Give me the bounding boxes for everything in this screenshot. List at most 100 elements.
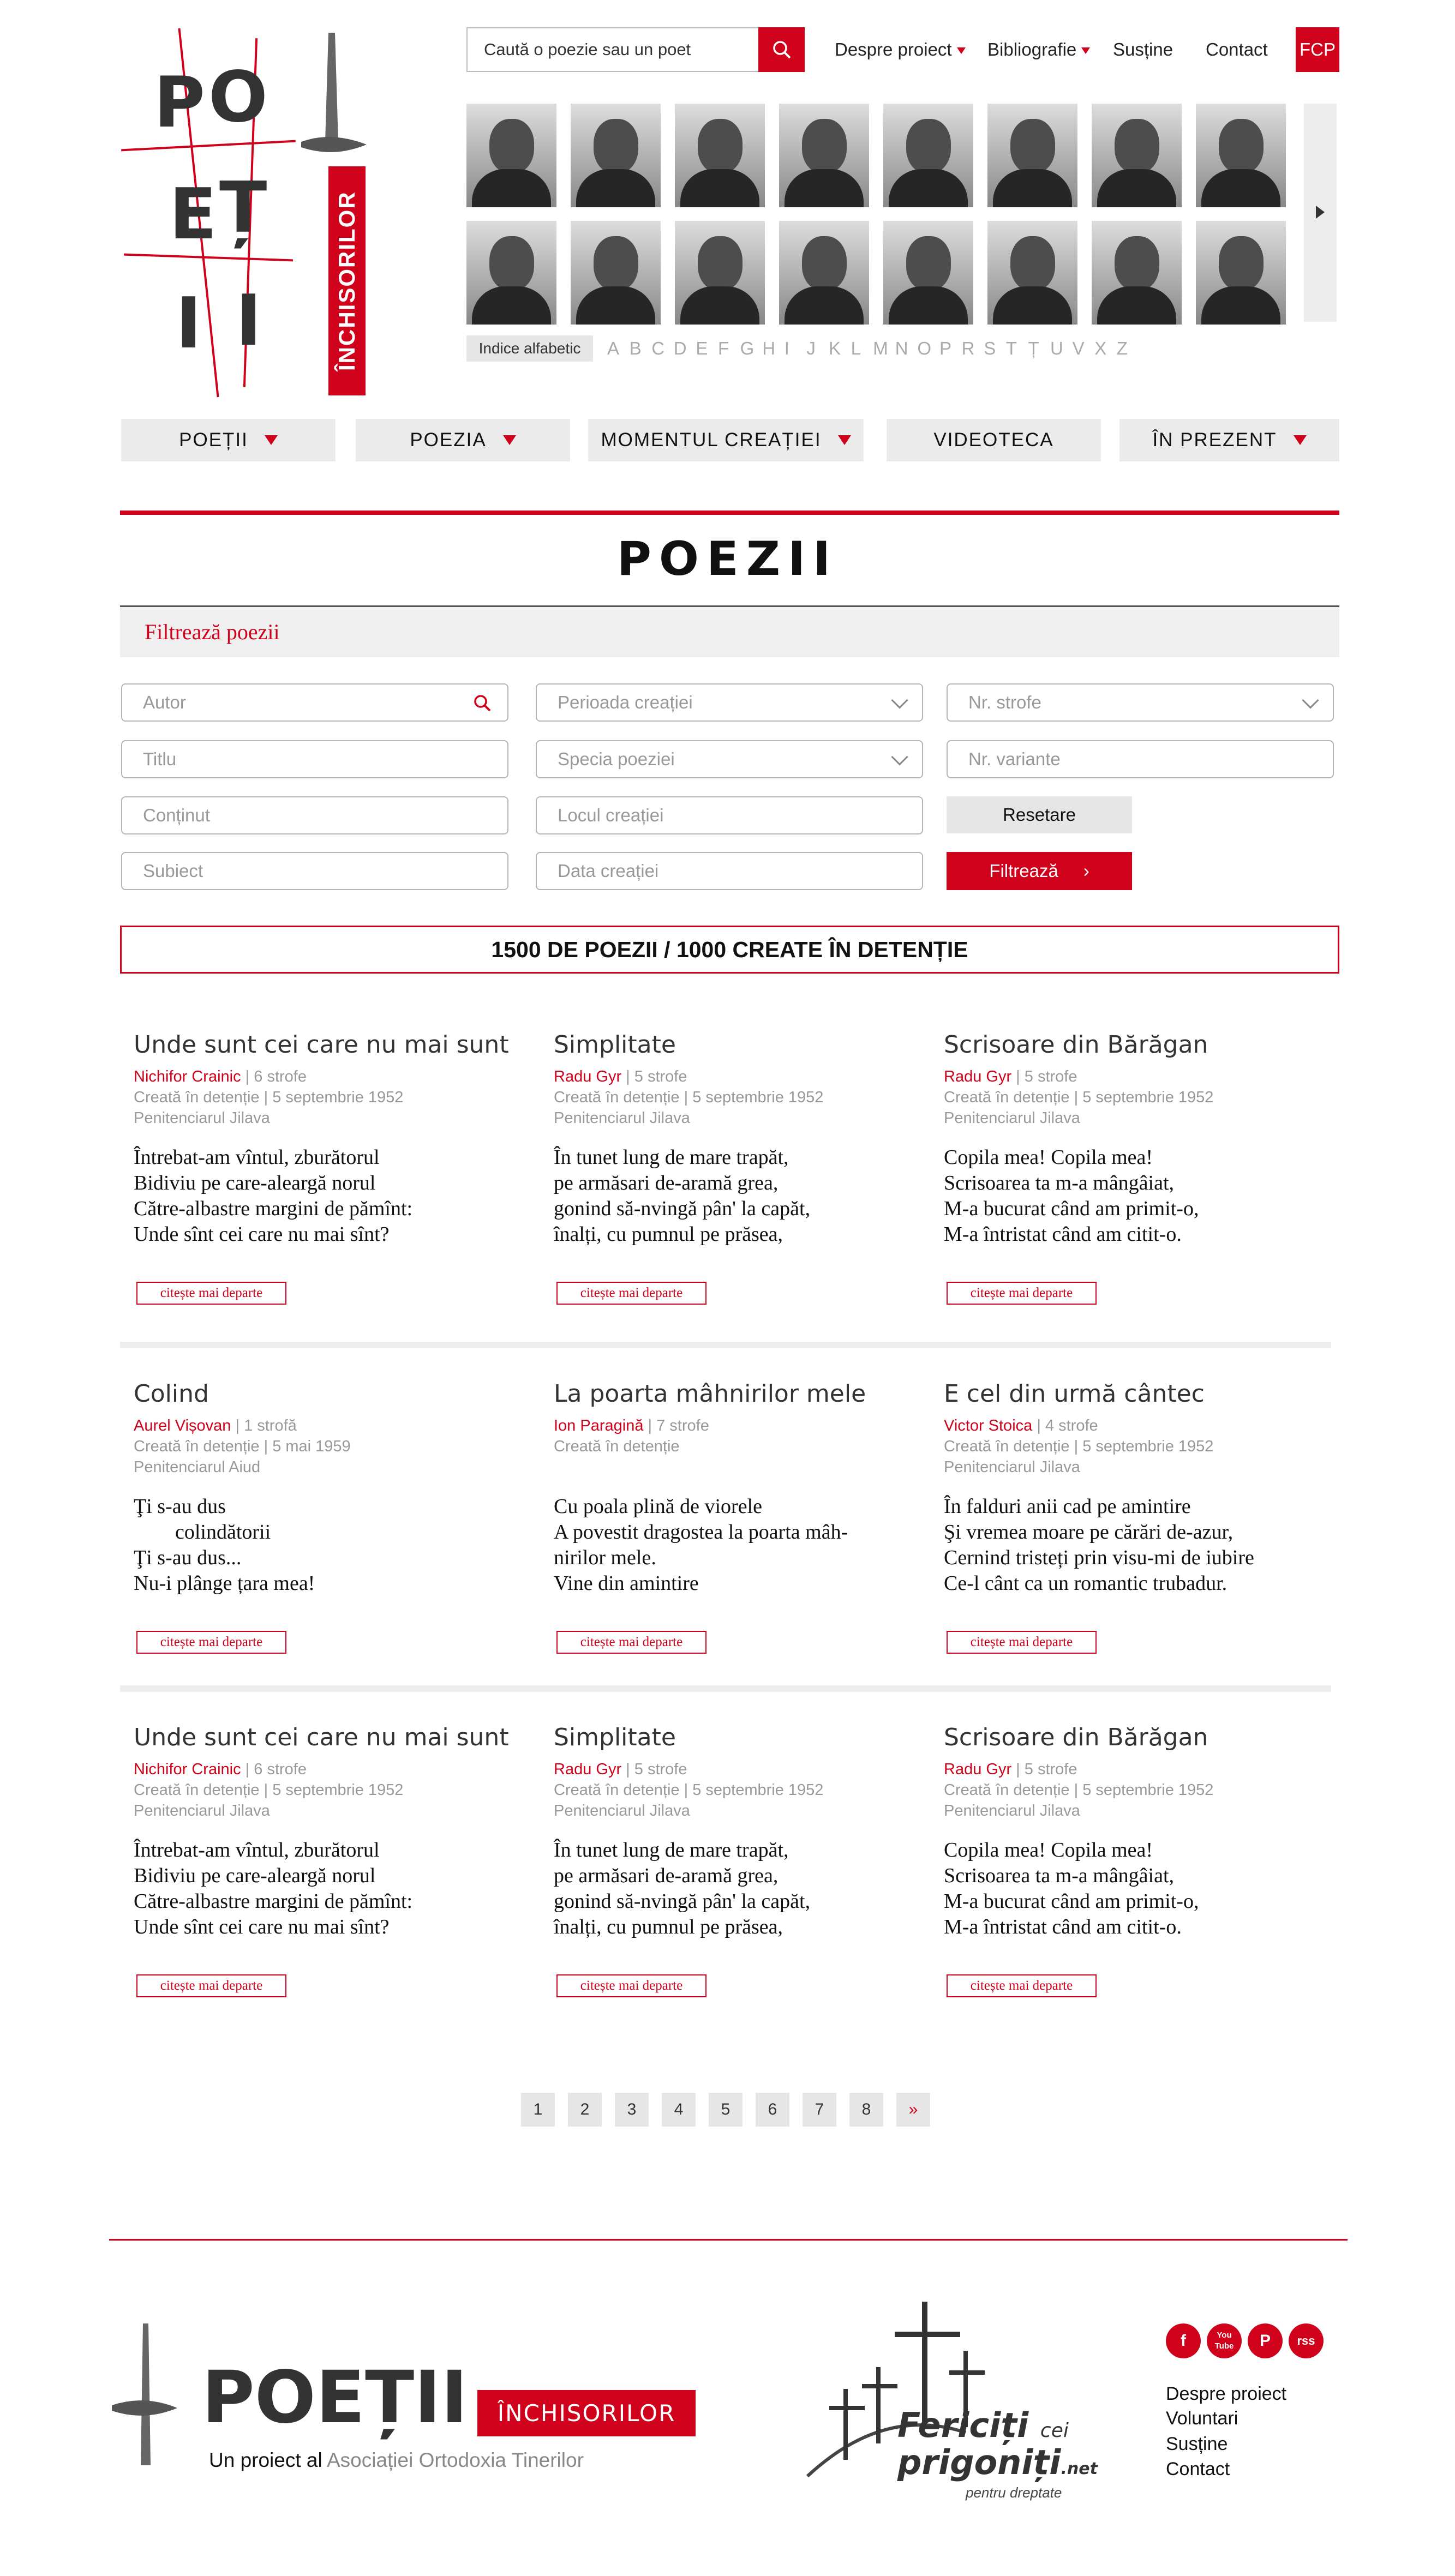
main-nav-item[interactable]: ÎN PREZENT bbox=[1119, 419, 1339, 461]
title-field[interactable]: Titlu bbox=[121, 740, 508, 778]
alphabet-letter[interactable]: L bbox=[851, 338, 861, 359]
poem-title[interactable]: Scrisoare din Bărăgan bbox=[944, 1724, 1326, 1751]
gallery-next-button[interactable] bbox=[1304, 104, 1337, 322]
poem-title[interactable]: Simplitate bbox=[554, 1724, 936, 1751]
poet-portrait[interactable] bbox=[675, 221, 765, 325]
read-more-button[interactable]: citește mai departe bbox=[556, 1974, 706, 1997]
search-input[interactable]: Caută o poezie sau un poet bbox=[466, 27, 805, 72]
alphabet-letter[interactable]: B bbox=[630, 338, 642, 359]
poet-portrait[interactable] bbox=[883, 221, 973, 325]
poem-title[interactable]: La poarta mâhnirilor mele bbox=[554, 1380, 936, 1408]
poem-title[interactable]: Unde sunt cei care nu mai sunt bbox=[134, 1031, 516, 1059]
poet-portrait[interactable] bbox=[571, 221, 661, 325]
nav-sustine[interactable]: Susține bbox=[1113, 39, 1173, 60]
alphabet-letter[interactable]: S bbox=[984, 338, 996, 359]
poem-title[interactable]: Unde sunt cei care nu mai sunt bbox=[134, 1724, 516, 1751]
page-button[interactable]: 7 bbox=[803, 2093, 836, 2127]
poet-portrait[interactable] bbox=[571, 104, 661, 207]
poem-author[interactable]: Radu Gyr bbox=[554, 1761, 621, 1778]
main-nav-item[interactable]: VIDEOTECA bbox=[887, 419, 1101, 461]
page-button[interactable]: 1 bbox=[521, 2093, 555, 2127]
filter-button[interactable]: Filtrează › bbox=[947, 852, 1132, 890]
alphabet-letter[interactable]: C bbox=[651, 338, 664, 359]
page-button[interactable]: 4 bbox=[662, 2093, 696, 2127]
page-button[interactable]: 3 bbox=[615, 2093, 649, 2127]
nav-despre-proiect[interactable]: Despre proiect bbox=[835, 39, 966, 60]
strofe-select[interactable]: Nr. strofe bbox=[947, 683, 1334, 722]
read-more-button[interactable]: citește mai departe bbox=[556, 1282, 706, 1305]
poet-portrait[interactable] bbox=[466, 104, 556, 207]
subject-field[interactable]: Subiect bbox=[121, 852, 508, 890]
poem-title[interactable]: E cel din urmă cântec bbox=[944, 1380, 1326, 1408]
poet-portrait[interactable] bbox=[1196, 221, 1286, 325]
poem-author[interactable]: Radu Gyr bbox=[944, 1068, 1011, 1085]
read-more-button[interactable]: citește mai departe bbox=[136, 1631, 286, 1654]
alphabet-letter[interactable]: E bbox=[696, 338, 708, 359]
variants-field[interactable]: Nr. variante bbox=[947, 740, 1334, 778]
alphabet-letter[interactable]: H bbox=[762, 338, 775, 359]
rss-icon[interactable]: rss bbox=[1289, 2323, 1324, 2358]
alphabet-letter[interactable]: X bbox=[1094, 338, 1106, 359]
nav-contact[interactable]: Contact bbox=[1206, 39, 1268, 60]
read-more-button[interactable]: citește mai departe bbox=[136, 1974, 286, 1997]
poem-author[interactable]: Radu Gyr bbox=[554, 1068, 621, 1085]
alphabet-letter[interactable]: A bbox=[607, 338, 619, 359]
read-more-button[interactable]: citește mai departe bbox=[136, 1282, 286, 1305]
fericiti-logo[interactable]: Fericiți cei prigoniți.net pentru drepta… bbox=[802, 2296, 1098, 2503]
page-button[interactable]: 2 bbox=[568, 2093, 602, 2127]
alphabet-letter[interactable]: I bbox=[785, 338, 789, 359]
alphabet-letter[interactable]: O bbox=[917, 338, 931, 359]
alphabet-letter[interactable]: M bbox=[873, 338, 888, 359]
alphabet-letter[interactable]: R bbox=[962, 338, 975, 359]
paypal-icon[interactable]: P bbox=[1248, 2323, 1283, 2358]
poet-portrait[interactable] bbox=[987, 221, 1077, 325]
poem-author[interactable]: Nichifor Crainic bbox=[134, 1068, 241, 1085]
alphabet-letter[interactable]: Ț bbox=[1028, 338, 1039, 359]
main-nav-item[interactable]: MOMENTUL CREAȚIEI bbox=[588, 419, 864, 461]
poem-author[interactable]: Aurel Vișovan bbox=[134, 1417, 231, 1434]
species-select[interactable]: Specia poeziei bbox=[536, 740, 923, 778]
period-select[interactable]: Perioada creației bbox=[536, 683, 923, 722]
poem-title[interactable]: Scrisoare din Bărăgan bbox=[944, 1031, 1326, 1059]
youtube-icon[interactable]: You Tube bbox=[1207, 2323, 1242, 2358]
poet-portrait[interactable] bbox=[466, 221, 556, 325]
alphabet-letter[interactable]: G bbox=[740, 338, 755, 359]
poet-portrait[interactable] bbox=[675, 104, 765, 207]
footer-link-contact[interactable]: Contact bbox=[1166, 2459, 1230, 2480]
poem-title[interactable]: Colind bbox=[134, 1380, 516, 1408]
alphabet-letter[interactable]: U bbox=[1050, 338, 1063, 359]
poem-author[interactable]: Radu Gyr bbox=[944, 1761, 1011, 1778]
search-button[interactable] bbox=[758, 27, 805, 72]
author-field[interactable]: Autor bbox=[121, 683, 508, 722]
read-more-button[interactable]: citește mai departe bbox=[947, 1631, 1097, 1654]
alphabet-letter[interactable]: F bbox=[718, 338, 729, 359]
nav-bibliografie[interactable]: Bibliografie bbox=[987, 39, 1091, 60]
page-button[interactable]: 5 bbox=[709, 2093, 743, 2127]
location-field[interactable]: Locul creației bbox=[536, 796, 923, 834]
tagline-org[interactable]: Asociației Ortodoxia Tinerilor bbox=[327, 2449, 584, 2471]
footer-link-despre[interactable]: Despre proiect bbox=[1166, 2383, 1286, 2405]
footer-link-sustine[interactable]: Susține bbox=[1166, 2434, 1228, 2455]
alphabet-letter[interactable]: J bbox=[806, 338, 816, 359]
alphabet-letter[interactable]: N bbox=[895, 338, 908, 359]
poet-portrait[interactable] bbox=[1092, 221, 1182, 325]
alphabet-letter[interactable]: P bbox=[939, 338, 951, 359]
poem-title[interactable]: Simplitate bbox=[554, 1031, 936, 1059]
read-more-button[interactable]: citește mai departe bbox=[947, 1974, 1097, 1997]
site-logo[interactable]: P O E Ț I I ÎNCHISORILOR bbox=[121, 27, 394, 404]
poet-portrait[interactable] bbox=[987, 104, 1077, 207]
page-button[interactable]: 8 bbox=[849, 2093, 883, 2127]
alphabet-letter[interactable]: D bbox=[674, 338, 687, 359]
footer-link-voluntari[interactable]: Voluntari bbox=[1166, 2408, 1238, 2429]
poet-portrait[interactable] bbox=[883, 104, 973, 207]
main-nav-item[interactable]: POEZIA bbox=[356, 419, 570, 461]
content-field[interactable]: Conținut bbox=[121, 796, 508, 834]
page-button[interactable]: 6 bbox=[756, 2093, 789, 2127]
alphabet-letter[interactable]: T bbox=[1006, 338, 1017, 359]
poem-author[interactable]: Ion Paragină bbox=[554, 1417, 643, 1434]
reset-button[interactable]: Resetare bbox=[947, 796, 1132, 833]
alphabet-letter[interactable]: Z bbox=[1117, 338, 1128, 359]
footer-logo[interactable]: POEȚII ÎNCHISORILOR Un proiect al Asocia… bbox=[109, 2323, 709, 2476]
poet-portrait[interactable] bbox=[779, 104, 869, 207]
read-more-button[interactable]: citește mai departe bbox=[556, 1631, 706, 1654]
